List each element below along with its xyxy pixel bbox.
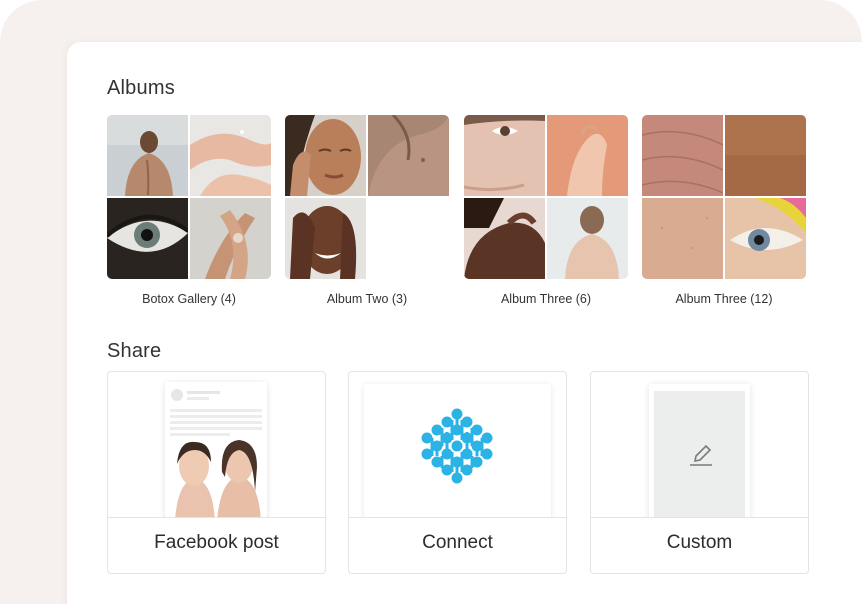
share-divider (349, 517, 566, 518)
album-photo-skin-texture-3 (642, 198, 723, 279)
album-photo-back-profile (547, 198, 628, 279)
album-empty-tile (368, 198, 449, 279)
album-three[interactable]: Album Three (6) (464, 115, 628, 306)
album-botox-gallery[interactable]: Botox Gallery (4) (107, 115, 271, 306)
custom-preview (649, 384, 750, 517)
album-photo-arms (190, 198, 271, 279)
pencil-edit-icon (690, 444, 712, 466)
album-thumbnail-grid (107, 115, 271, 279)
album-thumbnail-grid (464, 115, 628, 279)
album-caption: Album Three (12) (675, 292, 773, 306)
share-divider (108, 517, 325, 518)
album-three-twelve[interactable]: Album Three (12) (642, 115, 806, 306)
share-divider (591, 517, 808, 518)
album-caption: Album Three (6) (500, 292, 592, 306)
album-two[interactable]: Album Two (3) (285, 115, 449, 306)
album-photo-back (107, 115, 188, 196)
album-photo-shoulder (368, 115, 449, 196)
album-photo-hands-orange (547, 115, 628, 196)
share-option-custom[interactable]: Custom (590, 371, 809, 574)
album-thumbnail-grid (285, 115, 449, 279)
albums-heading: Albums (107, 77, 175, 99)
album-caption: Botox Gallery (4) (142, 292, 236, 306)
album-photo-skin-texture-2 (725, 115, 806, 196)
connect-logo-icon (421, 408, 493, 484)
album-photo-hands (190, 115, 271, 196)
album-photo-eye (107, 198, 188, 279)
album-photo-skin-texture-1 (642, 115, 723, 196)
album-photo-freckled-face (285, 115, 366, 196)
share-heading: Share (107, 340, 162, 362)
facebook-post-preview (165, 382, 267, 517)
album-photo-colorful-eye (725, 198, 806, 279)
custom-canvas (654, 391, 745, 517)
share-option-facebook-post[interactable]: Facebook post (107, 371, 326, 574)
album-photo-dark-shoulder (464, 198, 545, 279)
share-preview (349, 372, 566, 517)
facebook-post-mockup (170, 389, 262, 517)
share-option-label: Connect (422, 532, 493, 553)
share-option-connect[interactable]: Connect (348, 371, 567, 574)
connect-preview (364, 384, 551, 517)
album-photo-face-closeup (464, 115, 545, 196)
share-preview (108, 372, 325, 517)
album-caption: Album Two (3) (326, 292, 408, 306)
album-thumbnail-grid (642, 115, 806, 279)
share-preview (591, 372, 808, 517)
share-option-label: Custom (666, 532, 733, 553)
album-photo-smiling-woman (285, 198, 366, 279)
share-option-label: Facebook post (154, 532, 279, 553)
